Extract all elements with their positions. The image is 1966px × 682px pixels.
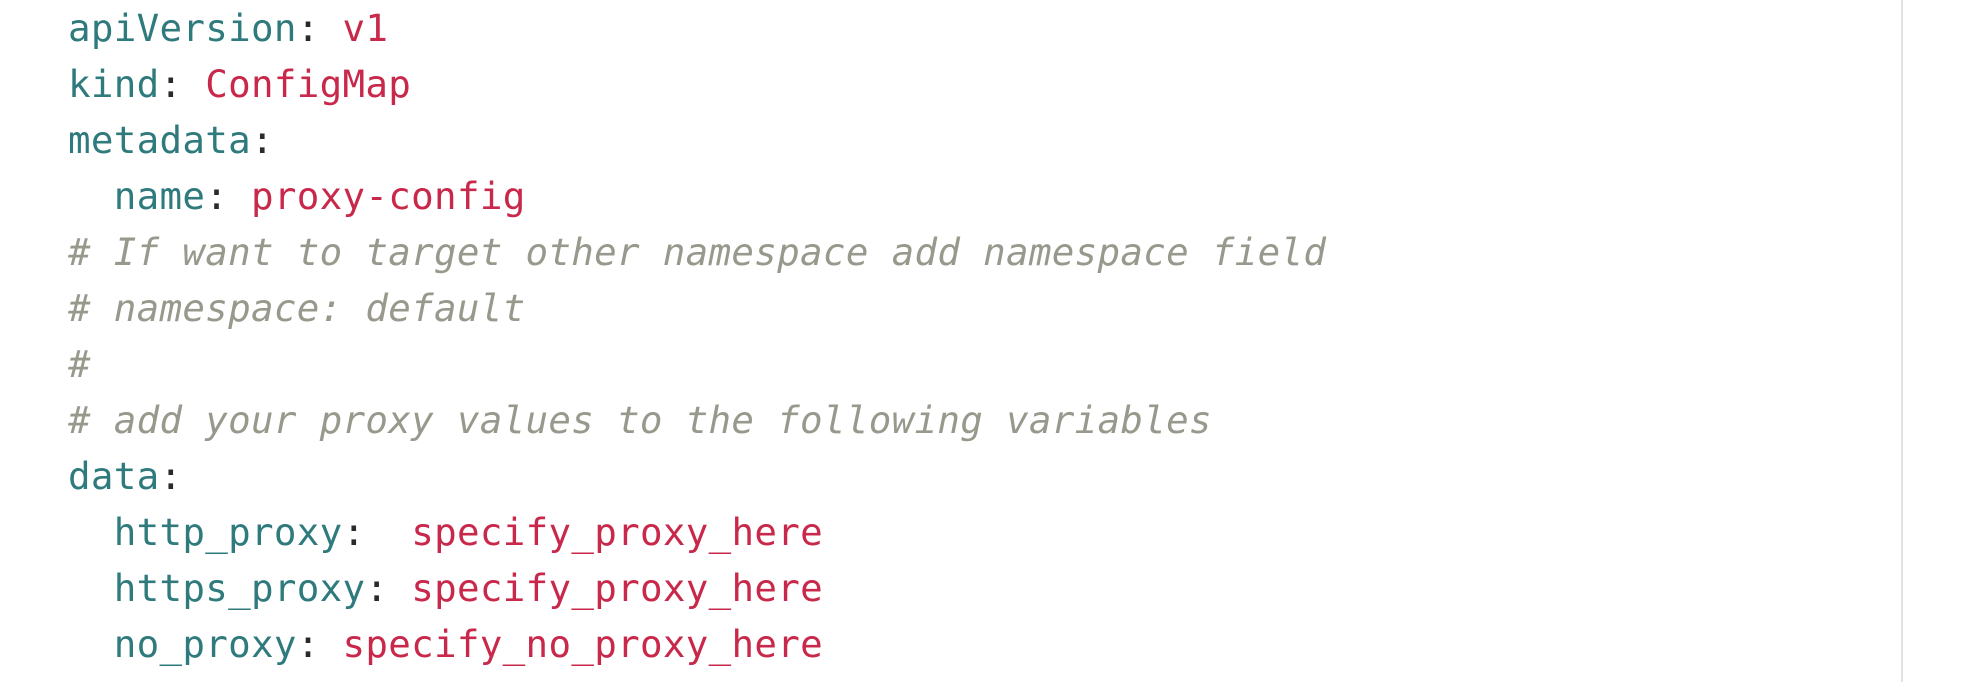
code-line-https-proxy: https_proxy: specify_proxy_here (68, 560, 1326, 616)
yaml-value: specify_proxy_here (411, 566, 823, 610)
yaml-key: kind (68, 62, 160, 106)
yaml-separator: : (296, 622, 343, 666)
yaml-indent (68, 510, 114, 554)
yaml-key: no_proxy (113, 622, 297, 666)
yaml-separator: : (342, 510, 412, 554)
yaml-separator: : (159, 62, 206, 106)
code-line-name: name: proxy-config (68, 168, 1326, 224)
code-line-apiversion: apiVersion: v1 (68, 0, 1326, 56)
code-comment: # (68, 342, 91, 386)
code-line-data: data: (68, 448, 1326, 504)
yaml-key: data (68, 454, 160, 498)
yaml-value: v1 (342, 6, 389, 50)
yaml-separator: : (159, 454, 183, 498)
code-line-no-proxy: no_proxy: specify_no_proxy_here (68, 616, 1326, 672)
yaml-indent (68, 622, 114, 666)
code-line-http-proxy: http_proxy: specify_proxy_here (68, 504, 1326, 560)
yaml-key: metadata (68, 118, 252, 162)
code-comment: # add your proxy values to the following… (68, 398, 1212, 442)
yaml-key: https_proxy (113, 566, 366, 610)
code-line-metadata: metadata: (68, 112, 1326, 168)
yaml-key: http_proxy (113, 510, 343, 554)
yaml-indent (68, 566, 114, 610)
yaml-separator: : (365, 566, 412, 610)
yaml-separator: : (205, 174, 252, 218)
yaml-value: ConfigMap (205, 62, 412, 106)
yaml-value: specify_no_proxy_here (342, 622, 823, 666)
yaml-code: apiVersion: v1 kind: ConfigMap metadata: n… (68, 0, 1326, 672)
yaml-separator: : (251, 118, 274, 162)
code-comment: # If want to target other namespace add … (68, 230, 1327, 274)
yaml-value: proxy-config (251, 174, 526, 218)
code-line-kind: kind: ConfigMap (68, 56, 1326, 112)
yaml-value: specify_proxy_here (411, 510, 823, 554)
yaml-key: name (113, 174, 206, 218)
yaml-indent (68, 174, 114, 218)
scroll-container-border (1901, 0, 1903, 682)
code-block: apiVersion: v1 kind: ConfigMap metadata: n… (0, 0, 1901, 682)
yaml-separator: : (296, 6, 343, 50)
yaml-key: apiVersion (68, 6, 297, 50)
code-comment: # namespace: default (68, 286, 526, 330)
